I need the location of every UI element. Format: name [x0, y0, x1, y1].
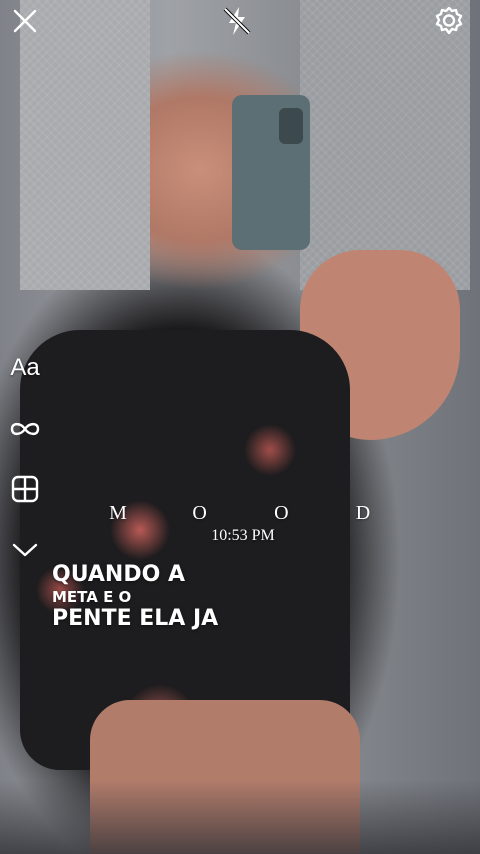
- more-tools-button[interactable]: [6, 536, 44, 564]
- phone-camera-module: [279, 108, 303, 144]
- boomerang-mode-button[interactable]: [6, 412, 44, 446]
- caption-text-overlay[interactable]: QUANDO A META E O PENTE ELA JA: [52, 562, 312, 632]
- chevron-down-icon: [12, 543, 38, 557]
- flash-off-icon: [223, 7, 251, 35]
- time-sticker[interactable]: 10:53 PM: [198, 527, 288, 547]
- close-icon: [13, 9, 37, 33]
- flash-toggle-button[interactable]: [220, 4, 254, 38]
- mood-letter: O: [274, 501, 289, 524]
- dressing-room-panel-left: [20, 0, 150, 290]
- layout-mode-button[interactable]: [6, 470, 44, 508]
- mood-letter: D: [355, 501, 371, 524]
- mood-letter: M: [109, 501, 127, 524]
- mood-letter: O: [192, 501, 207, 524]
- infinity-icon: [10, 422, 40, 436]
- close-button[interactable]: [8, 4, 42, 38]
- floor: [0, 780, 480, 854]
- text-tool-button[interactable]: Aa: [6, 350, 44, 386]
- caption-line-1: QUANDO A: [52, 562, 185, 587]
- text-tool-label: Aa: [10, 354, 40, 381]
- gear-icon: [435, 6, 463, 35]
- dressing-room-panel-right: [300, 0, 470, 290]
- caption-line-2: META E O: [52, 588, 132, 606]
- layout-icon: [11, 475, 39, 503]
- caption-line-3: PENTE ELA JA: [52, 606, 219, 631]
- settings-button[interactable]: [432, 4, 466, 38]
- camera-preview-photo: [0, 0, 480, 854]
- mood-sticker[interactable]: M O O D: [108, 500, 373, 526]
